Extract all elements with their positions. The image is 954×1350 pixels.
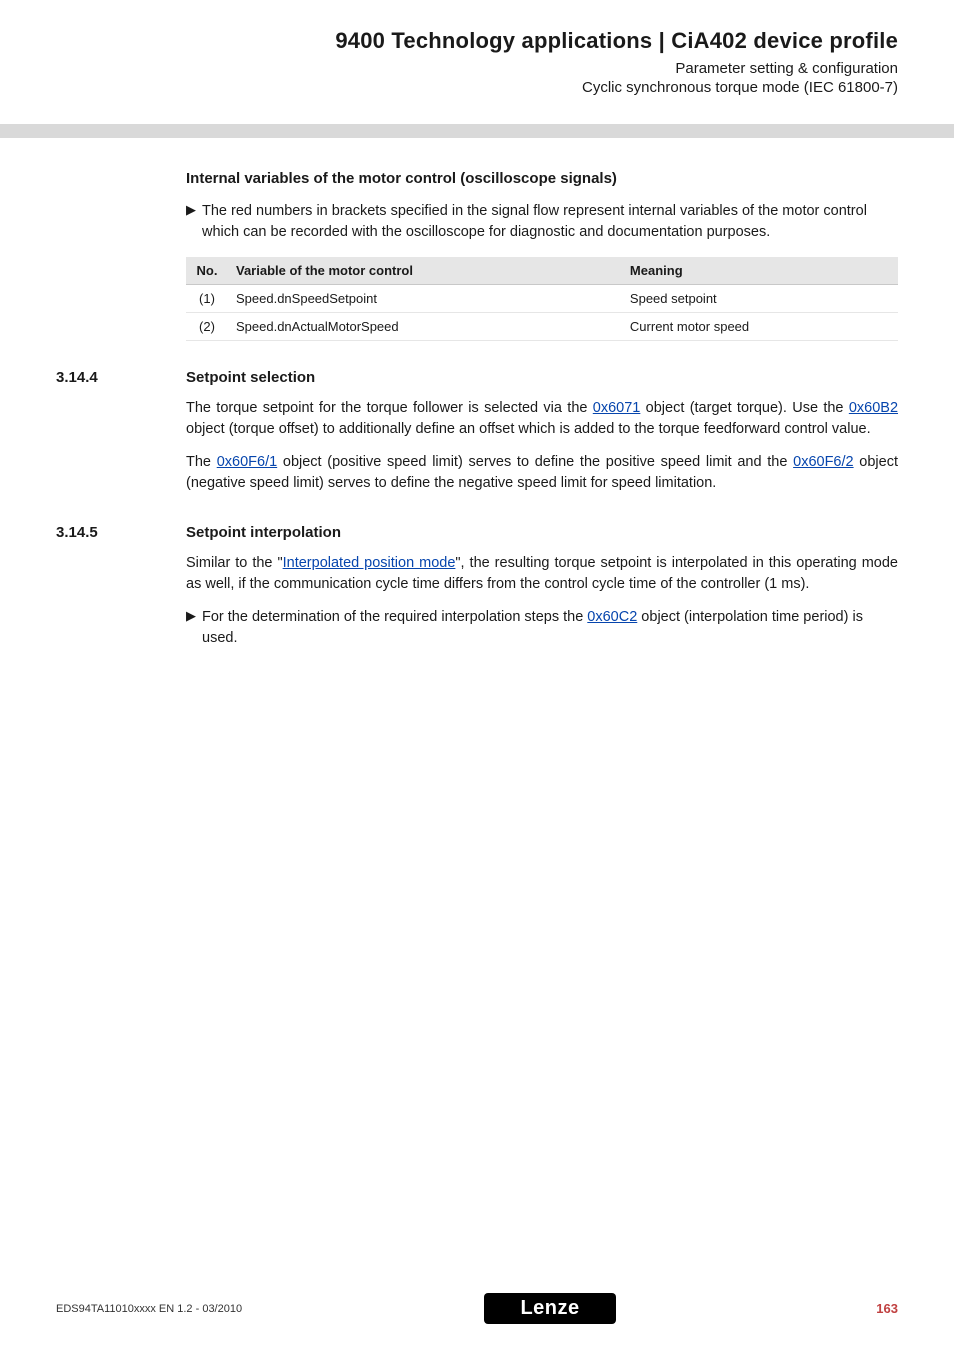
link-0x60F6-1[interactable]: 0x60F6/1 <box>217 454 277 470</box>
section-3-14-5-header: 3.14.5 Setpoint interpolation <box>56 524 898 541</box>
header-sub1: Parameter setting & configuration <box>56 60 898 77</box>
triangle-bullet-icon: ▶ <box>186 201 202 243</box>
header-sub2: Cyclic synchronous torque mode (IEC 6180… <box>56 79 898 96</box>
col-no: No. <box>186 257 228 285</box>
page-footer: EDS94TA11010xxxx EN 1.2 - 03/2010 Lenze … <box>0 1293 954 1324</box>
para-3-14-5-1: Similar to the "Interpolated position mo… <box>186 553 898 595</box>
cell-mean: Current motor speed <box>622 313 898 341</box>
text: object (positive speed limit) serves to … <box>277 454 793 470</box>
bullet-internal-variables: ▶ The red numbers in brackets specified … <box>186 201 898 243</box>
cell-no: (1) <box>186 285 228 313</box>
section-title: Setpoint selection <box>186 369 315 386</box>
table-header-row: No. Variable of the motor control Meanin… <box>186 257 898 285</box>
text: object (torque offset) to additionally d… <box>186 421 871 437</box>
page-number: 163 <box>858 1301 898 1316</box>
cell-var: Speed.dnSpeedSetpoint <box>228 285 622 313</box>
text: For the determination of the required in… <box>202 609 587 625</box>
triangle-bullet-icon: ▶ <box>186 607 202 649</box>
section-3-14-4-header: 3.14.4 Setpoint selection <box>56 369 898 386</box>
footer-docid: EDS94TA11010xxxx EN 1.2 - 03/2010 <box>56 1303 242 1315</box>
cell-mean: Speed setpoint <box>622 285 898 313</box>
cell-var: Speed.dnActualMotorSpeed <box>228 313 622 341</box>
bullet-3-14-5: ▶ For the determination of the required … <box>186 607 898 649</box>
text: object (target torque). Use the <box>640 400 848 416</box>
col-var: Variable of the motor control <box>228 257 622 285</box>
para-3-14-4-1: The torque setpoint for the torque follo… <box>186 398 898 440</box>
text: Similar to the " <box>186 555 283 571</box>
link-interpolated-position-mode[interactable]: Interpolated position mode <box>283 555 456 571</box>
section-number: 3.14.5 <box>56 524 186 541</box>
header-title: 9400 Technology applications | CiA402 de… <box>56 28 898 54</box>
section-title: Setpoint interpolation <box>186 524 341 541</box>
text: The torque setpoint for the torque follo… <box>186 400 593 416</box>
lenze-logo: Lenze <box>484 1293 615 1324</box>
col-mean: Meaning <box>622 257 898 285</box>
link-0x60C2[interactable]: 0x60C2 <box>587 609 637 625</box>
link-0x60F6-2[interactable]: 0x60F6/2 <box>793 454 853 470</box>
table-row: (2) Speed.dnActualMotorSpeed Current mot… <box>186 313 898 341</box>
internal-variables-table: No. Variable of the motor control Meanin… <box>186 257 898 341</box>
table-row: (1) Speed.dnSpeedSetpoint Speed setpoint <box>186 285 898 313</box>
link-0x6071[interactable]: 0x6071 <box>593 400 641 416</box>
para-3-14-4-2: The 0x60F6/1 object (positive speed limi… <box>186 452 898 494</box>
bullet-text: For the determination of the required in… <box>202 607 898 649</box>
page-header: 9400 Technology applications | CiA402 de… <box>0 0 954 124</box>
heading-internal-variables: Internal variables of the motor control … <box>186 170 898 187</box>
cell-no: (2) <box>186 313 228 341</box>
text: The <box>186 454 217 470</box>
bullet-text: The red numbers in brackets specified in… <box>202 201 898 243</box>
link-0x60B2[interactable]: 0x60B2 <box>849 400 898 416</box>
section-number: 3.14.4 <box>56 369 186 386</box>
header-divider <box>0 124 954 138</box>
